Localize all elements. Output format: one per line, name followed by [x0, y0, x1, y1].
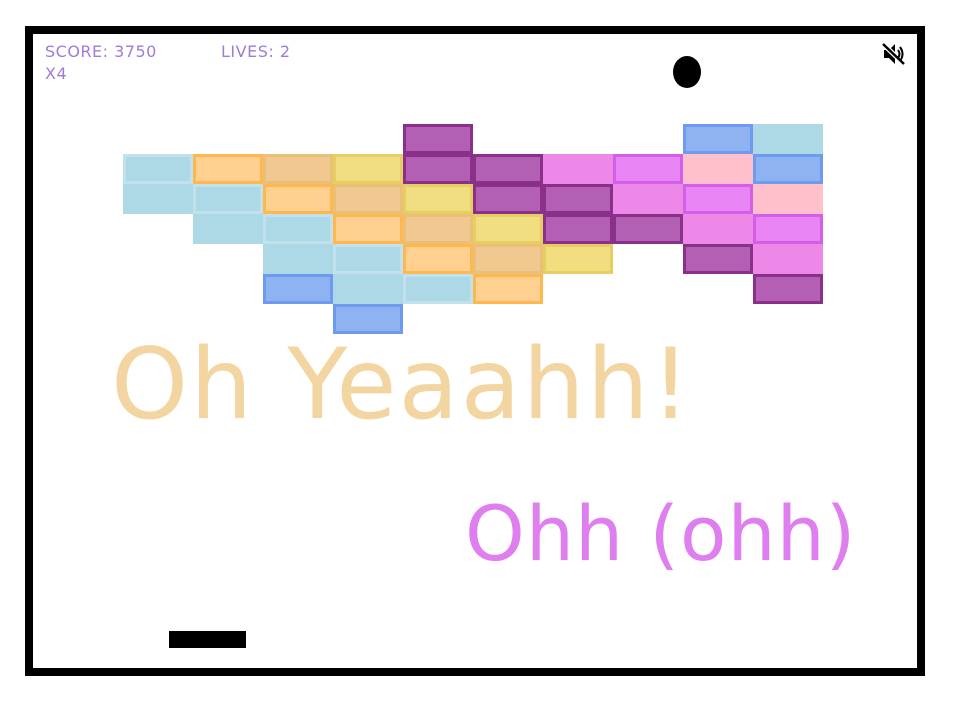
brick-pink: [683, 214, 753, 244]
brick-lightblue: [263, 244, 333, 274]
brick-yellow: [333, 154, 403, 184]
brick-orange: [403, 244, 473, 274]
combo-callout-big: Oh Yeaahh!: [111, 328, 693, 442]
brick-plum: [473, 154, 543, 184]
paddle[interactable]: [169, 631, 246, 648]
brick-rose: [753, 184, 823, 214]
brick-plum: [613, 214, 683, 244]
brick-violet: [613, 154, 683, 184]
brick-orange: [263, 184, 333, 214]
brick-violet: [683, 184, 753, 214]
brick-blue: [263, 274, 333, 304]
brick-lightblue: [193, 184, 263, 214]
speaker-muted-icon: [881, 42, 906, 66]
brick-violet: [753, 214, 823, 244]
brick-plum: [543, 184, 613, 214]
brick-lightblue: [333, 274, 403, 304]
multiplier-display: X4: [45, 64, 68, 83]
brick-blue: [753, 154, 823, 184]
brick-plum: [753, 274, 823, 304]
mute-button[interactable]: [881, 41, 907, 67]
brick-tan: [403, 214, 473, 244]
brick-tan: [263, 154, 333, 184]
brick-plum: [543, 214, 613, 244]
brick-plum: [683, 244, 753, 274]
score-display: SCORE: 3750: [45, 42, 157, 61]
lives-display: LIVES: 2: [221, 42, 291, 61]
brick-wall: [123, 124, 823, 334]
brick-orange: [333, 214, 403, 244]
brick-yellow: [403, 184, 473, 214]
brick-plum: [473, 184, 543, 214]
brick-lightblue: [193, 214, 263, 244]
brick-lightblue: [403, 274, 473, 304]
brick-tan: [333, 184, 403, 214]
brick-blue: [683, 124, 753, 154]
brick-tan: [473, 244, 543, 274]
brick-rose: [683, 154, 753, 184]
brick-lightblue: [123, 154, 193, 184]
brick-pink: [543, 154, 613, 184]
brick-lightblue: [263, 214, 333, 244]
brick-lightblue: [753, 124, 823, 154]
brick-orange: [193, 154, 263, 184]
brick-pink: [753, 244, 823, 274]
brick-plum: [403, 124, 473, 154]
brick-lightblue: [123, 184, 193, 214]
brick-pink: [613, 184, 683, 214]
brick-orange: [473, 274, 543, 304]
combo-callout-small: Ohh (ohh): [465, 489, 857, 578]
brick-yellow: [543, 244, 613, 274]
brick-lightblue: [333, 244, 403, 274]
ball: [673, 56, 701, 88]
brick-plum: [403, 154, 473, 184]
game-canvas[interactable]: SCORE: 3750 LIVES: 2 X4 Oh Yeaahh! Ohh (…: [25, 26, 925, 676]
brick-yellow: [473, 214, 543, 244]
